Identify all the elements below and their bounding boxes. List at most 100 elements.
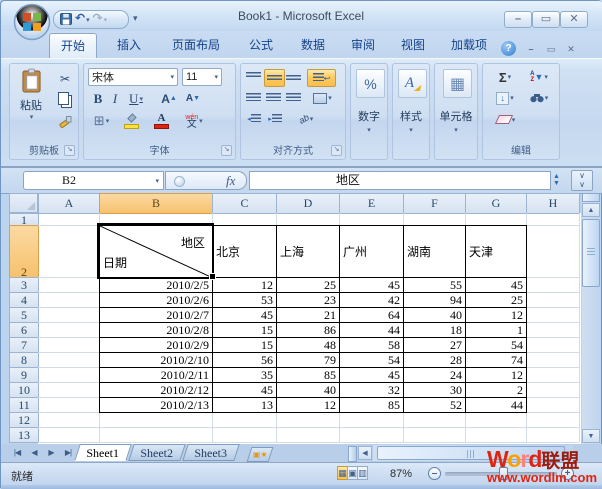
number-group[interactable]: % 数字 ▾ bbox=[350, 63, 388, 160]
cell-value[interactable]: 45 bbox=[465, 277, 527, 293]
name-box[interactable]: B2 ▾ bbox=[23, 171, 164, 190]
horizontal-scrollbar-thumb[interactable] bbox=[377, 446, 565, 460]
cell-value[interactable]: 45 bbox=[339, 277, 404, 293]
column-header-E[interactable]: E bbox=[339, 193, 404, 214]
cell-value[interactable]: 24 bbox=[403, 367, 466, 383]
cells-group[interactable]: ▦ 单元格 ▾ bbox=[434, 63, 478, 160]
font-dialog-launcher-icon[interactable]: ↘ bbox=[221, 145, 232, 156]
cell-value[interactable]: 44 bbox=[465, 397, 527, 413]
paste-dropdown-icon[interactable]: ▾ bbox=[30, 113, 34, 121]
phonetic-dropdown-icon[interactable]: ▾ bbox=[199, 117, 203, 125]
cell-value[interactable]: 15 bbox=[212, 337, 277, 353]
cell-value[interactable]: 18 bbox=[403, 322, 466, 338]
cell-value[interactable]: 28 bbox=[403, 352, 466, 368]
cell-value[interactable]: 40 bbox=[403, 307, 466, 323]
fill-color-button[interactable] bbox=[118, 111, 145, 130]
cell-value[interactable]: 48 bbox=[276, 337, 340, 353]
cell-value[interactable]: 54 bbox=[465, 337, 527, 353]
last-sheet-icon[interactable]: ▶| bbox=[60, 446, 76, 460]
orientation-dropdown-icon[interactable]: ▾ bbox=[310, 115, 314, 123]
row-header-9[interactable]: 9 bbox=[9, 367, 39, 383]
cell-value[interactable]: 13 bbox=[212, 397, 277, 413]
column-header-A[interactable]: A bbox=[38, 193, 100, 214]
cell-date[interactable]: 2010/2/13 bbox=[99, 397, 213, 413]
cell-value[interactable]: 12 bbox=[465, 367, 527, 383]
column-header-H[interactable]: H bbox=[526, 193, 580, 214]
cell-value[interactable]: 85 bbox=[276, 367, 340, 383]
font-name-dropdown-icon[interactable]: ▾ bbox=[170, 73, 174, 81]
expand-formula-bar-button[interactable]: ∨∨ bbox=[571, 170, 593, 191]
autosum-button[interactable]: Σ▾ bbox=[491, 69, 519, 85]
copy-button[interactable] bbox=[54, 91, 76, 108]
styles-dropdown-icon[interactable]: ▾ bbox=[393, 126, 429, 134]
cell-city-header[interactable]: 北京 bbox=[212, 225, 277, 278]
scroll-down-icon[interactable]: ▼ bbox=[582, 429, 600, 443]
merge-dropdown-icon[interactable]: ▾ bbox=[328, 94, 332, 102]
cell-value[interactable]: 86 bbox=[276, 322, 340, 338]
italic-button[interactable]: I bbox=[108, 90, 122, 107]
increase-indent-button[interactable]: ▸ bbox=[265, 111, 285, 127]
minimize-button[interactable]: – bbox=[504, 11, 532, 28]
cell-value[interactable]: 45 bbox=[339, 367, 404, 383]
insert-function-button[interactable]: fx bbox=[226, 173, 235, 189]
scroll-up-icon[interactable]: ▲ bbox=[582, 203, 600, 217]
row-header-11[interactable]: 11 bbox=[9, 397, 39, 413]
fill-handle[interactable] bbox=[209, 273, 216, 280]
cell-value[interactable]: 56 bbox=[212, 352, 277, 368]
cell-value[interactable]: 52 bbox=[403, 397, 466, 413]
cell-date[interactable]: 2010/2/10 bbox=[99, 352, 213, 368]
cell-city-header[interactable]: 湖南 bbox=[403, 225, 466, 278]
clear-button[interactable]: ▾ bbox=[491, 112, 521, 127]
workbook-close-button[interactable]: ✕ bbox=[562, 43, 580, 56]
cell-value[interactable]: 15 bbox=[212, 322, 277, 338]
cell-value[interactable]: 12 bbox=[465, 307, 527, 323]
cell-value[interactable]: 27 bbox=[403, 337, 466, 353]
row-header-3[interactable]: 3 bbox=[9, 277, 39, 293]
fill-dropdown-icon[interactable]: ▾ bbox=[510, 94, 514, 102]
cell-value[interactable]: 53 bbox=[212, 292, 277, 308]
underline-dropdown-icon[interactable]: ▾ bbox=[139, 95, 143, 103]
decrease-indent-button[interactable]: ◂ bbox=[244, 111, 264, 127]
bold-button[interactable]: B bbox=[90, 90, 106, 107]
cell-value[interactable]: 25 bbox=[276, 277, 340, 293]
font-size-select[interactable]: 11▾ bbox=[182, 68, 222, 86]
formula-input[interactable]: 地区 bbox=[249, 171, 551, 190]
font-name-select[interactable]: 宋体▾ bbox=[88, 68, 178, 86]
cell-date[interactable]: 2010/2/12 bbox=[99, 382, 213, 398]
align-left-button[interactable] bbox=[244, 90, 263, 106]
scroll-left-icon[interactable]: ◀ bbox=[358, 446, 372, 460]
tab-公式[interactable]: 公式 bbox=[239, 33, 283, 58]
insert-worksheet-button[interactable]: ▣★ bbox=[247, 447, 274, 462]
tab-开始[interactable]: 开始 bbox=[49, 33, 97, 59]
column-header-F[interactable]: F bbox=[403, 193, 466, 214]
select-all-corner[interactable] bbox=[9, 193, 38, 213]
page-break-view-button[interactable]: ▥ bbox=[357, 466, 368, 480]
align-center-button[interactable] bbox=[264, 90, 283, 106]
cell-city-header[interactable]: 广州 bbox=[339, 225, 404, 278]
format-painter-button[interactable] bbox=[54, 113, 76, 130]
save-button[interactable] bbox=[60, 13, 72, 27]
cell-value[interactable]: 45 bbox=[212, 307, 277, 323]
cell-date[interactable]: 2010/2/5 bbox=[99, 277, 213, 293]
cell-value[interactable]: 1 bbox=[465, 322, 527, 338]
vertical-scrollbar-thumb[interactable] bbox=[582, 219, 600, 287]
row-header-13[interactable]: 13 bbox=[9, 427, 39, 443]
workbook-restore-button[interactable]: ▭ bbox=[542, 43, 560, 56]
fill-button[interactable]: ↓▾ bbox=[491, 90, 519, 106]
find-dropdown-icon[interactable]: ▾ bbox=[545, 94, 549, 102]
formula-bar-spin-icons[interactable]: ▲▼ bbox=[553, 173, 560, 187]
cell-date[interactable]: 2010/2/7 bbox=[99, 307, 213, 323]
prev-sheet-icon[interactable]: ◀ bbox=[26, 446, 42, 460]
sheet-tab-Sheet1[interactable]: Sheet1 bbox=[74, 444, 132, 461]
cell-value[interactable]: 21 bbox=[276, 307, 340, 323]
divider-dot-icon[interactable] bbox=[174, 176, 185, 187]
cell-value[interactable]: 74 bbox=[465, 352, 527, 368]
sort-dropdown-icon[interactable]: ▾ bbox=[544, 73, 548, 81]
office-button[interactable] bbox=[13, 3, 51, 41]
paste-button[interactable]: 粘贴 ▾ bbox=[12, 68, 50, 144]
cell-value[interactable]: 54 bbox=[339, 352, 404, 368]
tab-数据[interactable]: 数据 bbox=[291, 33, 335, 58]
borders-button[interactable]: ⊞▾ bbox=[88, 112, 115, 129]
cell-value[interactable]: 55 bbox=[403, 277, 466, 293]
font-size-dropdown-icon[interactable]: ▾ bbox=[214, 73, 218, 81]
